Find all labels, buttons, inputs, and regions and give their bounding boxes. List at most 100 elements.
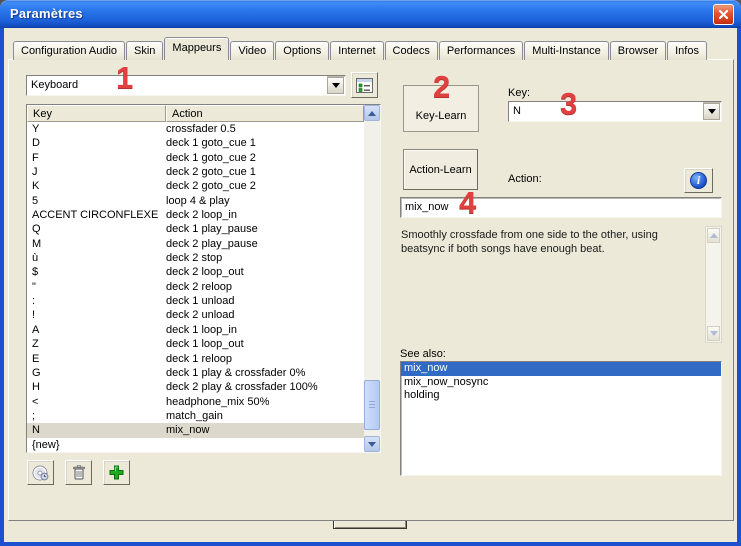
key-select[interactable]: N <box>508 101 722 122</box>
table-row[interactable]: "deck 2 reloop <box>27 280 364 294</box>
table-row[interactable]: Fdeck 1 goto_cue 2 <box>27 151 364 165</box>
see-also-item[interactable]: mix_now <box>401 362 721 376</box>
annotation-2: 2 <box>433 69 450 105</box>
table-row[interactable]: !deck 2 unload <box>27 308 364 322</box>
mappers-tab-panel: Keyboard Key Action Ycrossfader <box>8 59 734 521</box>
action-cell: deck 2 loop_out <box>166 265 364 279</box>
tab-multi-instance[interactable]: Multi-Instance <box>524 41 608 60</box>
key-cell: E <box>27 352 166 366</box>
close-icon <box>718 9 729 20</box>
action-cell: deck 1 goto_cue 1 <box>166 136 364 150</box>
table-row[interactable]: <headphone_mix 50% <box>27 395 364 409</box>
action-cell: deck 1 unload <box>166 294 364 308</box>
key-cell: N <box>27 423 166 437</box>
table-row[interactable]: :deck 1 unload <box>27 294 364 308</box>
action-cell: deck 2 play & crossfader 100% <box>166 380 364 394</box>
chevron-up-icon <box>368 111 376 116</box>
action-cell: match_gain <box>166 409 364 423</box>
key-cell: ! <box>27 308 166 322</box>
table-row[interactable]: 5loop 4 & play <box>27 194 364 208</box>
tab-browser[interactable]: Browser <box>610 41 666 60</box>
key-cell: J <box>27 165 166 179</box>
action-learn-label: Action-Learn <box>409 164 471 176</box>
table-row[interactable]: Edeck 1 reloop <box>27 352 364 366</box>
key-cell: H <box>27 380 166 394</box>
description-scrollbar[interactable] <box>705 226 722 343</box>
action-cell: deck 1 reloop <box>166 352 364 366</box>
table-row[interactable]: Jdeck 2 goto_cue 1 <box>27 165 364 179</box>
action-input[interactable]: mix_now <box>400 197 722 218</box>
table-row[interactable]: ùdeck 2 stop <box>27 251 364 265</box>
tab-options[interactable]: Options <box>275 41 329 60</box>
key-cell: " <box>27 280 166 294</box>
tab-infos[interactable]: Infos <box>667 41 707 60</box>
key-select-arrow[interactable] <box>703 103 720 120</box>
action-description: Smoothly crossfade from one side to the … <box>400 226 722 343</box>
tab-video[interactable]: Video <box>230 41 274 60</box>
action-cell: deck 2 reloop <box>166 280 364 294</box>
tab-skin[interactable]: Skin <box>126 41 163 60</box>
titlebar[interactable]: Paramètres <box>0 0 741 28</box>
key-cell: A <box>27 323 166 337</box>
scroll-up-button[interactable] <box>707 228 720 243</box>
key-cell: M <box>27 237 166 251</box>
action-cell: deck 2 play_pause <box>166 237 364 251</box>
mapper-properties-button[interactable] <box>351 72 378 98</box>
add-mapping-button[interactable] <box>103 460 130 485</box>
key-cell: $ <box>27 265 166 279</box>
table-row[interactable]: Nmix_now <box>27 423 364 437</box>
close-button[interactable] <box>713 4 734 25</box>
table-scrollbar[interactable] <box>364 105 380 452</box>
key-cell: Z <box>27 337 166 351</box>
column-header-action[interactable]: Action <box>166 105 364 122</box>
tab-mappeurs[interactable]: Mappeurs <box>164 37 229 60</box>
action-cell: deck 2 goto_cue 1 <box>166 165 364 179</box>
scroll-down-button[interactable] <box>364 436 380 452</box>
table-row[interactable]: $deck 2 loop_out <box>27 265 364 279</box>
table-row[interactable]: Qdeck 1 play_pause <box>27 222 364 236</box>
table-row[interactable]: Ddeck 1 goto_cue 1 <box>27 136 364 150</box>
column-header-key[interactable]: Key <box>27 105 166 122</box>
scrollbar-thumb[interactable] <box>364 380 380 430</box>
tab-performances[interactable]: Performances <box>439 41 523 60</box>
chevron-down-icon <box>708 109 716 114</box>
mapping-edit-toolbar <box>27 460 130 485</box>
key-cell: Y <box>27 122 166 136</box>
scroll-up-button[interactable] <box>364 105 380 121</box>
key-label: Key: <box>508 87 530 99</box>
table-row[interactable]: Kdeck 2 goto_cue 2 <box>27 179 364 193</box>
key-cell: F <box>27 151 166 165</box>
scroll-down-button[interactable] <box>707 326 720 341</box>
key-cell: ACCENT CIRCONFLEXE <box>27 208 166 222</box>
action-learn-button[interactable]: Action-Learn <box>403 149 478 190</box>
tab-configuration-audio[interactable]: Configuration Audio <box>13 41 125 60</box>
restore-default-button[interactable] <box>27 460 54 485</box>
table-row[interactable]: Adeck 1 loop_in <box>27 323 364 337</box>
table-row[interactable]: Gdeck 1 play & crossfader 0% <box>27 366 364 380</box>
device-select[interactable]: Keyboard <box>26 75 346 96</box>
tab-codecs[interactable]: Codecs <box>385 41 438 60</box>
action-cell: deck 1 play_pause <box>166 222 364 236</box>
chevron-down-icon <box>710 331 718 336</box>
table-row[interactable]: Zdeck 1 loop_out <box>27 337 364 351</box>
action-cell: deck 2 stop <box>166 251 364 265</box>
see-also-item[interactable]: holding <box>401 389 721 403</box>
tab-internet[interactable]: Internet <box>330 41 383 60</box>
see-also-item[interactable]: mix_now_nosync <box>401 376 721 390</box>
action-label: Action: <box>508 173 542 185</box>
table-row[interactable]: Ycrossfader 0.5 <box>27 122 364 136</box>
delete-mapping-button[interactable] <box>65 460 92 485</box>
chevron-up-icon <box>710 233 718 238</box>
table-row[interactable]: ACCENT CIRCONFLEXEdeck 2 loop_in <box>27 208 364 222</box>
device-select-arrow[interactable] <box>327 77 344 94</box>
action-cell: deck 2 unload <box>166 308 364 322</box>
table-row[interactable]: {new} <box>27 438 364 452</box>
annotation-4: 4 <box>459 185 476 221</box>
action-cell: deck 1 loop_out <box>166 337 364 351</box>
table-row[interactable]: Hdeck 2 play & crossfader 100% <box>27 380 364 394</box>
table-row[interactable]: Mdeck 2 play_pause <box>27 237 364 251</box>
key-mapping-rows: Ycrossfader 0.5Ddeck 1 goto_cue 1Fdeck 1… <box>27 122 364 452</box>
table-row[interactable]: ;match_gain <box>27 409 364 423</box>
action-cell <box>166 438 364 452</box>
action-info-button[interactable]: i <box>684 168 713 193</box>
